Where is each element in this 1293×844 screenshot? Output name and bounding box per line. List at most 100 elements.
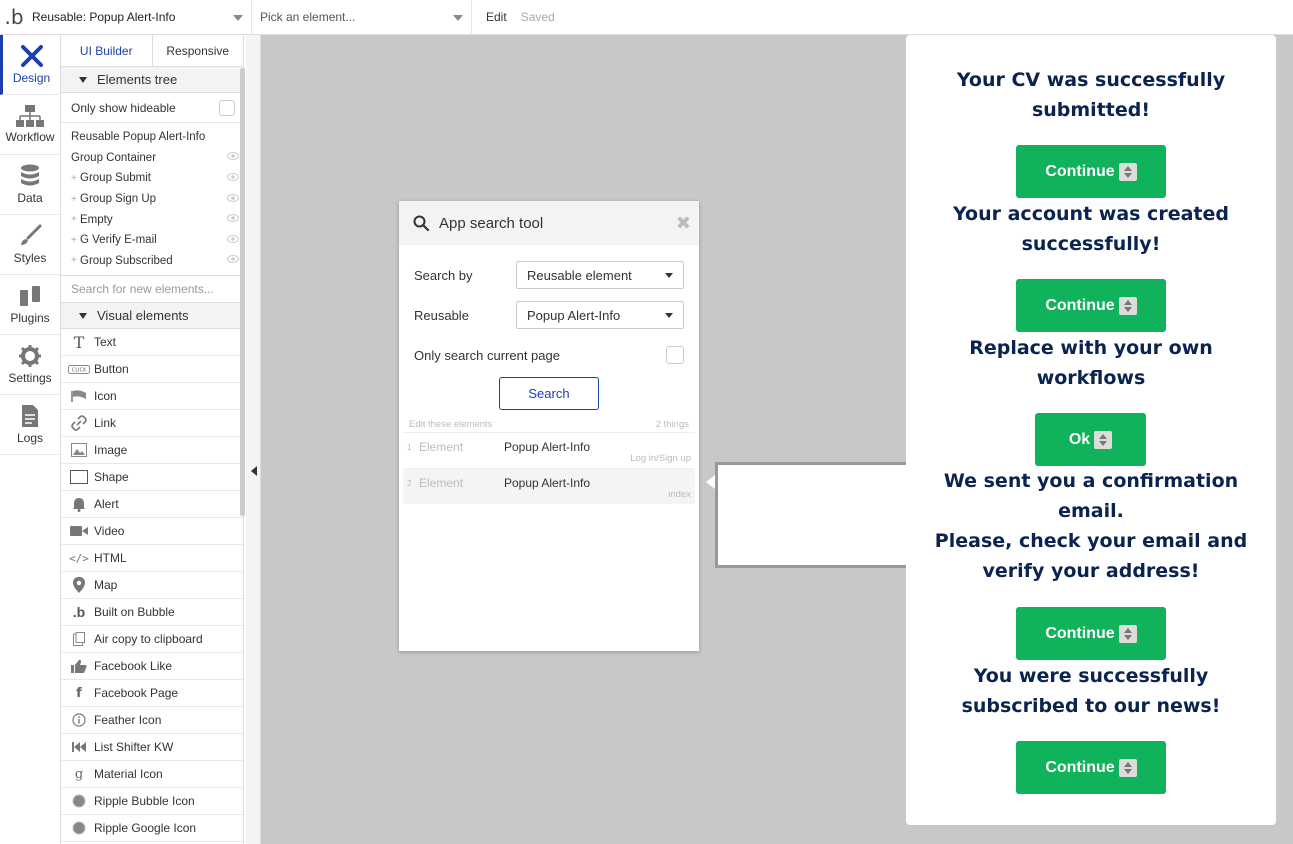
panel-collapse-strip[interactable] — [246, 35, 261, 844]
visual-element-item[interactable]: g Material Icon — [61, 761, 243, 789]
button-label: Continue — [1045, 162, 1115, 180]
chevron-left-icon[interactable] — [251, 466, 257, 476]
visual-element-item[interactable]: Facebook Like — [61, 653, 243, 681]
element-picker[interactable]: Pick an element... — [252, 0, 472, 35]
message-cv-submitted[interactable]: Your CV was successfully submitted! — [906, 65, 1276, 125]
expand-plus-icon[interactable]: + — [71, 235, 80, 246]
tooltip-pointer — [706, 475, 715, 489]
visual-element-item[interactable]: Air copy to clipboard — [61, 626, 243, 654]
rail-item-logs[interactable]: Logs — [0, 395, 60, 455]
tree-item-label: Empty — [80, 213, 113, 226]
search-button[interactable]: Search — [499, 377, 599, 410]
eye-icon[interactable] — [227, 214, 239, 225]
tree-item[interactable]: + Empty — [61, 209, 243, 230]
visual-element-item[interactable]: Shape — [61, 464, 243, 492]
popup-alert-info[interactable]: Your CV was successfully submitted! Cont… — [906, 35, 1276, 825]
message-subscribed[interactable]: You were successfully subscribed to our … — [906, 661, 1276, 721]
visual-element-item[interactable]: T Text — [61, 329, 243, 357]
tree-item[interactable]: + Group Submit — [61, 168, 243, 189]
search-by-select[interactable]: Reusable element — [516, 261, 684, 289]
edit-menu[interactable]: Edit — [486, 10, 507, 24]
tree-item[interactable]: Reusable Popup Alert-Info — [61, 127, 243, 148]
visual-element-item[interactable]: Icon — [61, 383, 243, 411]
visual-element-item[interactable]: Ripple Bubble Icon — [61, 788, 243, 816]
plug-icon — [20, 286, 40, 306]
edit-these-label[interactable]: Edit these elements — [409, 419, 492, 430]
code-icon: </> — [69, 551, 89, 565]
ripple-icon — [67, 821, 91, 835]
message-account-created[interactable]: Your account was created successfully! — [906, 199, 1276, 259]
message-line: verify your address! — [982, 560, 1200, 582]
visual-element-item[interactable]: CLICK Button — [61, 356, 243, 384]
only-current-label: Only search current page — [414, 347, 560, 363]
results-count: 2 things — [655, 418, 689, 430]
close-icon[interactable]: ✖ — [676, 213, 691, 234]
rail-item-label: Logs — [16, 431, 44, 445]
message-replace-workflows[interactable]: Replace with your own workflows — [906, 333, 1276, 393]
eye-icon[interactable] — [227, 152, 239, 163]
tree-item-label-wrap: + Group Subscribed — [71, 255, 173, 267]
eye-icon[interactable] — [227, 193, 239, 205]
result-page: index — [668, 489, 691, 500]
visual-element-label: Map — [94, 578, 118, 593]
bubble-logo-icon[interactable]: .b — [2, 0, 26, 35]
visual-element-item[interactable]: Alert — [61, 491, 243, 519]
tab-ui-builder[interactable]: UI Builder — [61, 35, 153, 66]
tree-item[interactable]: + Group Subscribed — [61, 251, 243, 272]
continue-button[interactable]: Continue — [1016, 607, 1166, 660]
message-confirmation-email[interactable]: We sent you a confirmation email. Please… — [906, 466, 1276, 586]
expand-plus-icon[interactable]: + — [71, 173, 80, 184]
only-current-checkbox[interactable] — [666, 346, 684, 364]
search-tool-title: App search tool — [439, 214, 544, 232]
expand-plus-icon[interactable]: + — [71, 194, 80, 205]
search-result[interactable]: 1 Element Popup Alert-Info Log in/Sign u… — [403, 432, 695, 468]
visual-element-item[interactable]: .b Built on Bubble — [61, 599, 243, 627]
search-elements-input[interactable]: Search for new elements... — [61, 276, 243, 304]
visual-element-label: Facebook Like — [94, 659, 173, 674]
eye-icon[interactable] — [227, 234, 239, 246]
visual-elements-header[interactable]: Visual elements — [61, 303, 243, 330]
rewind-icon — [67, 742, 91, 753]
visual-element-label: Text — [94, 335, 117, 350]
only-hideable-checkbox[interactable] — [219, 99, 235, 116]
visual-element-item[interactable]: Link — [61, 410, 243, 438]
visual-element-item[interactable]: Ripple Google Icon — [61, 815, 243, 843]
ok-button[interactable]: Ok — [1035, 413, 1146, 466]
visual-element-item[interactable]: Video — [61, 518, 243, 546]
tree-item-label-wrap: + Empty — [71, 214, 113, 226]
rail-item-settings[interactable]: Settings — [0, 335, 60, 395]
rail-item-styles[interactable]: Styles — [0, 215, 60, 275]
rail-item-data[interactable]: Data — [0, 155, 60, 215]
eye-icon[interactable] — [227, 172, 239, 184]
tab-responsive[interactable]: Responsive — [153, 35, 244, 66]
visual-element-item[interactable]: Map — [61, 572, 243, 600]
visual-element-label: HTML — [94, 551, 127, 566]
continue-button[interactable]: Continue — [1016, 279, 1166, 332]
expand-plus-icon[interactable]: + — [71, 214, 80, 225]
visual-element-item[interactable]: </> HTML — [61, 545, 243, 573]
visual-element-item[interactable]: Image — [61, 437, 243, 465]
rail-item-workflow[interactable]: Workflow — [0, 95, 60, 155]
visual-element-item[interactable]: f Facebook Page — [61, 680, 243, 708]
page-selector-label: Reusable: Popup Alert-Info — [32, 10, 176, 24]
panel-scrollbar[interactable] — [240, 68, 245, 516]
rail-item-design[interactable]: Design — [0, 35, 60, 95]
tree-item[interactable]: + Group Sign Up — [61, 189, 243, 210]
eye-icon[interactable] — [227, 255, 239, 266]
elements-tree-header[interactable]: Elements tree — [61, 67, 243, 93]
expand-plus-icon[interactable]: + — [71, 255, 80, 266]
continue-button[interactable]: Continue — [1016, 741, 1166, 794]
clipboard-icon — [67, 632, 91, 647]
page-selector[interactable]: Reusable: Popup Alert-Info — [26, 0, 252, 35]
tree-item[interactable]: + G Verify E-mail — [61, 230, 243, 251]
continue-button[interactable]: Continue — [1016, 145, 1166, 198]
reusable-select[interactable]: Popup Alert-Info — [516, 301, 684, 329]
visual-element-item[interactable]: List Shifter KW — [61, 734, 243, 762]
search-tool-header[interactable]: App search tool ✖ — [399, 201, 699, 245]
visual-element-label: List Shifter KW — [94, 740, 174, 755]
stepper-icon — [1094, 430, 1113, 449]
rail-item-plugins[interactable]: Plugins — [0, 275, 60, 335]
visual-element-item[interactable]: Feather Icon — [61, 707, 243, 735]
tree-item[interactable]: Group Container — [61, 148, 243, 169]
search-result[interactable]: 2 Element Popup Alert-Info index — [403, 468, 695, 504]
